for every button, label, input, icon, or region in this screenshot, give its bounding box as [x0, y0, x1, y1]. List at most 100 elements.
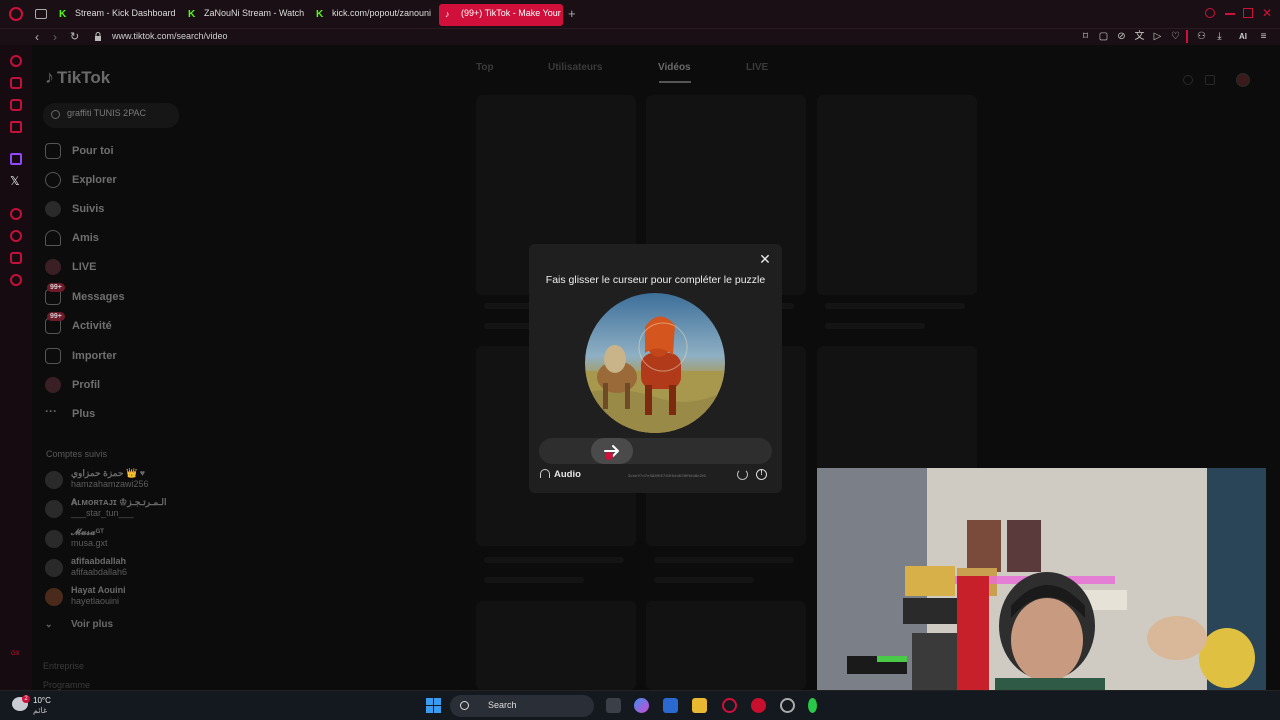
- store-icon[interactable]: [663, 698, 678, 713]
- profile-icon[interactable]: ⚇: [1196, 31, 1207, 42]
- captcha-modal: ✕ Fais glisser le curseur pour compléter…: [529, 244, 782, 493]
- skeleton-line: [484, 577, 584, 583]
- nav-label: Profil: [72, 379, 101, 391]
- followed-account[interactable]: 𝓜𝓾𝓼𝓪ᴳᵀ musa.gxt: [45, 526, 175, 554]
- avatar[interactable]: [1236, 73, 1250, 87]
- opera-logo-icon[interactable]: [9, 7, 23, 21]
- puzzle-image: [585, 293, 725, 433]
- avatar: [45, 471, 63, 489]
- tab-top[interactable]: Top: [476, 62, 494, 73]
- followed-account[interactable]: Hayat Aouini hayetlaouini: [45, 584, 175, 612]
- search-icon: [51, 110, 60, 119]
- news-icon[interactable]: [10, 121, 22, 133]
- file-explorer-icon[interactable]: [692, 698, 707, 713]
- extensions-icon[interactable]: [10, 252, 22, 264]
- taskbar-app-icon[interactable]: [780, 698, 795, 713]
- account-name: afifaabdallah: [71, 556, 127, 566]
- minimize-icon[interactable]: [1225, 13, 1235, 15]
- history-icon[interactable]: [10, 230, 22, 242]
- twitch-icon[interactable]: [10, 153, 22, 165]
- settings-icon[interactable]: [10, 274, 22, 286]
- followed-account[interactable]: 𝐀ʟᴍᴏʀᴛᴀᴊɪ ♔الـمـرتـجـز ___star_tun___: [45, 496, 175, 524]
- windows-start-icon[interactable]: [426, 698, 441, 713]
- tab-live[interactable]: LIVE: [746, 62, 768, 73]
- download-icon[interactable]: ⤓: [1214, 31, 1225, 42]
- tab-kick-dashboard[interactable]: K Stream - Kick Dashboard: [53, 4, 181, 26]
- heart-icon[interactable]: ♡: [1170, 31, 1181, 42]
- weather-temperature: 10°C: [33, 696, 51, 705]
- weather-widget[interactable]: 2 10°C غائم: [12, 693, 72, 719]
- search-icon[interactable]: [1205, 8, 1215, 18]
- workspaces-icon[interactable]: [35, 9, 47, 19]
- tab-videos[interactable]: Vidéos: [658, 62, 691, 73]
- play-icon[interactable]: ▷: [1152, 31, 1163, 42]
- more-icon: ···: [45, 404, 57, 418]
- taskbar-app-icon[interactable]: [808, 698, 817, 713]
- live-icon: [45, 259, 61, 275]
- bookmark-icon[interactable]: ⌑: [1080, 31, 1091, 42]
- gx-icon[interactable]: GX: [11, 651, 20, 657]
- forward-icon[interactable]: ›: [53, 30, 57, 44]
- taskbar-search[interactable]: Search: [450, 695, 594, 717]
- followed-account[interactable]: afifaabdallah afifaabdallah6: [45, 555, 175, 583]
- new-tab-button[interactable]: +: [568, 7, 576, 20]
- followed-account[interactable]: حمزة حمزاوي 👑 ♥ hamzahamzawi256: [45, 467, 175, 495]
- skeleton-line: [654, 577, 754, 583]
- messages-header-icon[interactable]: [1183, 75, 1193, 85]
- adblock-icon[interactable]: ⊘: [1116, 31, 1127, 42]
- refresh-icon[interactable]: [737, 469, 748, 480]
- close-window-icon[interactable]: ✕: [1262, 7, 1272, 19]
- tab-title: Stream - Kick Dashboard: [75, 8, 176, 18]
- account-name: Hayat Aouini: [71, 585, 126, 595]
- active-tab-indicator: [659, 81, 691, 83]
- inbox-header-icon[interactable]: [1205, 75, 1215, 85]
- tab-tiktok[interactable]: ♪ (99+) TikTok - Make Your D: [439, 4, 563, 26]
- browser-tab-bar: K Stream - Kick Dashboard K ZaNouNi Stre…: [0, 0, 1280, 29]
- footer-link[interactable]: Entreprise: [43, 661, 84, 671]
- puzzle-slider-track[interactable]: [539, 438, 772, 464]
- profile-avatar-icon: [45, 377, 61, 393]
- shopping-icon[interactable]: [10, 77, 22, 89]
- close-icon[interactable]: ✕: [758, 252, 772, 266]
- account-username: afifaabdallah6: [71, 567, 128, 577]
- search-input[interactable]: graffiti TUNIS 2PAC: [43, 103, 179, 128]
- opera-gx-icon[interactable]: [722, 698, 737, 713]
- nav-label: Messages: [72, 291, 125, 303]
- x-icon[interactable]: 𝕏: [10, 175, 20, 187]
- snapshot-icon[interactable]: ▢: [1098, 31, 1109, 42]
- back-icon[interactable]: ‹: [35, 30, 39, 44]
- aria-icon[interactable]: [10, 55, 22, 67]
- tiktok-logo[interactable]: ♪ TikTok: [45, 67, 110, 88]
- avatar: [45, 559, 63, 577]
- footer-link[interactable]: Programme: [43, 680, 90, 690]
- translate-icon[interactable]: 文: [1134, 31, 1145, 42]
- puzzle-slider-handle[interactable]: [591, 438, 633, 464]
- ai-button[interactable]: AI: [1232, 31, 1254, 42]
- tab-utilisateurs[interactable]: Utilisateurs: [548, 62, 602, 73]
- kick-icon: K: [59, 9, 67, 20]
- video-card-placeholder: [817, 95, 977, 295]
- task-view-icon[interactable]: [606, 698, 621, 713]
- menu-icon[interactable]: ≡: [1258, 31, 1269, 42]
- nav-label: Pour toi: [72, 145, 114, 157]
- tab-zanouni-stream[interactable]: K ZaNouNi Stream - Watch L: [182, 4, 306, 26]
- taskbar-app-icon[interactable]: [751, 698, 766, 713]
- audio-label: Audio: [554, 469, 581, 480]
- copilot-icon[interactable]: [634, 698, 649, 713]
- account-username: ___star_tun___: [71, 508, 134, 518]
- tiktok-icon: ♪: [445, 9, 450, 19]
- nav-label: Amis: [72, 232, 99, 244]
- player-icon[interactable]: [10, 208, 22, 220]
- avatar: [45, 500, 63, 518]
- audio-button[interactable]: Audio: [540, 469, 581, 480]
- url-field[interactable]: www.tiktok.com/search/video: [112, 31, 228, 41]
- messenger-icon[interactable]: [10, 99, 22, 111]
- maximize-icon[interactable]: [1243, 8, 1253, 18]
- tab-kick-popout[interactable]: K kick.com/popout/zanouni: [310, 4, 434, 26]
- search-label: Search: [488, 700, 517, 710]
- voir-plus-button[interactable]: ⌄ Voir plus: [45, 619, 113, 630]
- reload-icon[interactable]: ↻: [70, 30, 79, 44]
- webcam-image: [817, 468, 1266, 720]
- info-icon[interactable]: !: [756, 469, 767, 480]
- activity-badge: 99+: [47, 312, 65, 321]
